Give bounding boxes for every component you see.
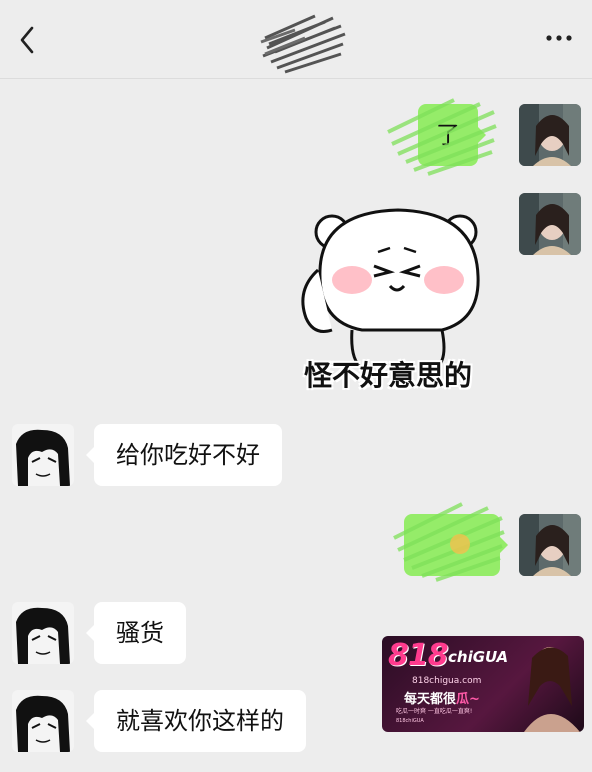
ellipsis-icon: [546, 35, 572, 41]
message-text: 就喜欢你这样的: [116, 707, 284, 735]
message-bubble-received[interactable]: 骚货: [86, 602, 186, 664]
watermark-line2: 818chiGUA: [396, 718, 424, 724]
watermark-slogan: 每天都很瓜~: [404, 692, 480, 707]
watermark-domain: 818chigua.com: [412, 676, 482, 686]
message-text: 给你吃好不好: [116, 441, 260, 469]
avatar-self[interactable]: [519, 514, 581, 576]
watermark-figure-icon: [524, 647, 580, 732]
message-bubble-received[interactable]: 给你吃好不好: [86, 424, 282, 486]
message-text: 了: [436, 121, 460, 149]
watermark-logo-text: chiGUA: [448, 648, 509, 666]
chat-title-redacted: [255, 8, 355, 78]
avatar-self[interactable]: [519, 104, 581, 166]
sticker-caption: 怪不好意思的: [304, 359, 473, 392]
avatar-contact[interactable]: [12, 602, 74, 664]
watermark-banner: 818 chiGUA 818chigua.com 每天都很瓜~ 吃瓜一时爽 一直…: [382, 636, 584, 732]
chevron-left-icon: [20, 26, 34, 54]
watermark-line1: 吃瓜一时爽 一直吃瓜一直爽!: [396, 708, 473, 715]
avatar-contact[interactable]: [12, 690, 74, 752]
chat-header: [0, 0, 592, 79]
message-bubble-received[interactable]: 就喜欢你这样的: [86, 690, 306, 752]
message-text: 骚货: [116, 619, 164, 647]
watermark-logo-number: 818: [388, 638, 449, 673]
avatar-self[interactable]: [519, 193, 581, 255]
message-bubble-sent[interactable]: 了: [418, 104, 486, 166]
more-options-button[interactable]: [544, 28, 574, 48]
avatar-contact[interactable]: [12, 424, 74, 486]
back-button[interactable]: [14, 24, 42, 56]
message-bubble-sent[interactable]: [404, 514, 508, 576]
